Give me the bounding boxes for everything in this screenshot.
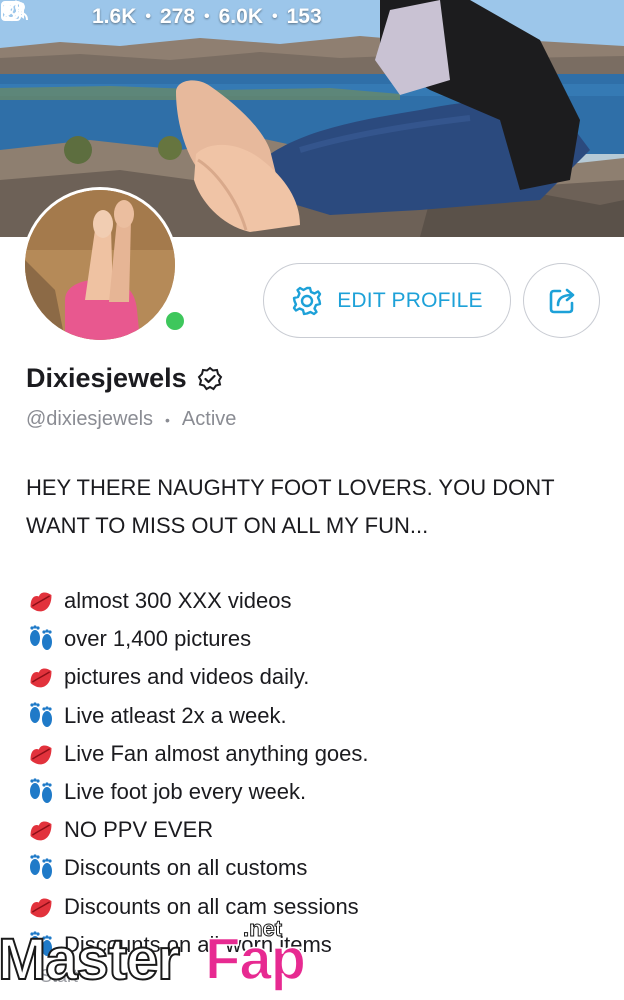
- edit-profile-button[interactable]: EDIT PROFILE: [263, 263, 511, 338]
- stat-likes: 6.0K: [0, 0, 263, 29]
- bio-intro-line: HEY THERE NAUGHTY FOOT LOVERS. YOU DONT: [26, 475, 555, 500]
- avatar-photo-illustration: [25, 190, 175, 340]
- list-item: Live foot job every week.: [26, 773, 369, 811]
- stat-separator: •: [271, 8, 278, 25]
- list-item: almost 300 XXX videos: [26, 582, 369, 620]
- bio-intro-line: WANT TO MISS OUT ON ALL MY FUN...: [26, 513, 429, 538]
- stat-photos-value: 1.6K: [92, 5, 137, 28]
- footprints-icon: [30, 778, 52, 804]
- list-item-text: Discounts on all cam sessions: [64, 893, 359, 919]
- share-profile-button[interactable]: [523, 263, 600, 338]
- list-item: Live Fan almost anything goes.: [26, 735, 369, 773]
- bio-cut-off-line: Start: [40, 966, 79, 986]
- stat-fans: 153: [2, 2, 322, 29]
- kiss-lips-icon: [30, 821, 52, 841]
- list-item-text: Discounts on all worn items: [64, 931, 332, 957]
- list-item: pictures and videos daily.: [26, 658, 369, 696]
- list-item: Discounts on all worn items: [26, 926, 369, 964]
- profile-status: Active: [181, 408, 237, 430]
- profile-handle: @dixiesjewels: [26, 408, 154, 430]
- stat-videos: 278: [1, 3, 196, 29]
- profile-display-name: Dixiesjewels: [26, 363, 223, 394]
- kiss-lips-icon: [30, 668, 52, 688]
- avatar[interactable]: [22, 187, 188, 343]
- footprints-icon: [30, 625, 52, 651]
- kiss-lips-icon: [30, 592, 52, 612]
- kiss-lips-icon: [30, 745, 52, 765]
- handle-row: @dixiesjewels • Active: [26, 408, 236, 431]
- stat-photos: 1.6K: [1, 1, 137, 29]
- stat-fans-value: 153: [286, 5, 322, 28]
- verified-badge-icon: [197, 366, 222, 390]
- stat-videos-value: 278: [159, 5, 196, 28]
- share-icon: [549, 288, 574, 313]
- list-item: Discounts on all cam sessions: [26, 888, 369, 926]
- stat-separator: •: [204, 8, 210, 25]
- footprints-icon: [30, 931, 52, 956]
- list-item-text: over 1,400 pictures: [64, 626, 252, 652]
- profile-stats: 1.6K • 278 • 6.0K • 153: [0, 0, 624, 34]
- list-item-text: Live atleast 2x a week.: [64, 702, 287, 728]
- gear-icon: [293, 286, 322, 315]
- list-item: over 1,400 pictures: [26, 620, 369, 658]
- online-status-dot: [162, 308, 188, 334]
- list-item-text: Discounts on all customs: [64, 855, 308, 881]
- stat-separator: •: [145, 8, 151, 25]
- bio-list: almost 300 XXX videos over 1,400 picture…: [26, 582, 369, 964]
- list-item-text: pictures and videos daily.: [64, 664, 310, 690]
- list-item: NO PPV EVER: [26, 811, 369, 849]
- fans-icon: [2, 2, 28, 21]
- display-name-text: Dixiesjewels: [26, 363, 187, 393]
- list-item-text: almost 300 XXX videos: [64, 588, 292, 613]
- edit-profile-label: EDIT PROFILE: [337, 288, 483, 312]
- bio-intro: HEY THERE NAUGHTY FOOT LOVERS. YOU DONT …: [26, 469, 606, 545]
- list-item: Discounts on all customs: [26, 849, 369, 887]
- list-item-text: Live Fan almost anything goes.: [64, 740, 369, 766]
- list-item: Live atleast 2x a week.: [26, 697, 369, 735]
- kiss-lips-icon: [30, 898, 52, 917]
- list-item-text: Live foot job every week.: [64, 778, 307, 804]
- status-separator: •: [165, 411, 170, 428]
- footprints-icon: [30, 702, 52, 727]
- avatar-image: [25, 190, 175, 340]
- footprints-icon: [30, 854, 52, 880]
- stat-likes-value: 6.0K: [218, 5, 263, 28]
- list-item-text: NO PPV EVER: [64, 817, 214, 843]
